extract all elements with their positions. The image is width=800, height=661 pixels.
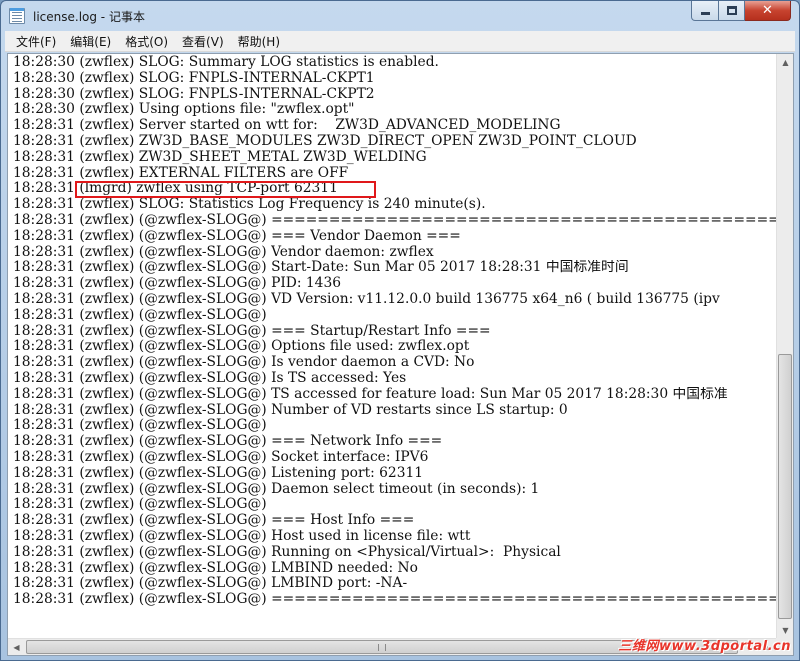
log-line: 18:28:31 (zwflex) (@zwflex-SLOG@) === Ve… [13,228,461,244]
text-editor[interactable]: 18:28:30 (zwflex) SLOG: Summary LOG stat… [7,53,794,656]
log-line: 18:28:30 (zwflex) SLOG: FNPLS-INTERNAL-C… [13,86,375,102]
log-line: 18:28:31 (zwflex) (@zwflex-SLOG@) === Ho… [13,513,415,529]
maximize-icon [726,6,737,15]
title-bar[interactable]: license.log - 记事本 ✕ [1,1,799,31]
log-line: 18:28:31 (zwflex) (@zwflex-SLOG@) TS acc… [13,386,728,402]
menu-edit[interactable]: 编辑(E) [63,33,118,50]
log-line: 18:28:31 (zwflex) (@zwflex-SLOG@) Start-… [13,260,629,276]
log-line: 18:28:31 (zwflex) (@zwflex-SLOG@) Number… [13,402,568,418]
scroll-grip-icon [378,644,386,651]
log-line: 18:28:31 (zwflex) (@zwflex-SLOG@) ======… [13,212,776,228]
minimize-button[interactable] [691,1,719,21]
notepad-app-icon[interactable] [9,8,25,24]
menu-file[interactable]: 文件(F) [9,33,63,50]
log-line: 18:28:31 (zwflex) EXTERNAL FILTERS are O… [13,165,349,181]
minimize-icon [700,12,710,15]
close-button[interactable]: ✕ [745,1,791,21]
menu-bar: 文件(F) 编辑(E) 格式(O) 查看(V) 帮助(H) [5,31,795,52]
log-line: 18:28:31 (zwflex) (@zwflex-SLOG@) Socket… [13,449,429,465]
vertical-scrollbar[interactable]: ▲ ▼ [776,54,793,639]
vertical-scroll-thumb[interactable] [778,354,792,619]
notepad-window: license.log - 记事本 ✕ 文件(F) 编辑(E) 格式(O) 查看… [0,0,800,661]
log-line: 18:28:31 (zwflex) (@zwflex-SLOG@) Is ven… [13,355,475,371]
log-line: 18:28:31 (zwflex) ZW3D_SHEET_METAL ZW3D_… [13,149,427,165]
log-line: 18:28:31 (zwflex) ZW3D_BASE_MODULES ZW3D… [13,133,637,149]
log-line: 18:28:31 (zwflex) (@zwflex-SLOG@) Host u… [13,528,471,544]
menu-view[interactable]: 查看(V) [175,33,231,50]
log-line: 18:28:31 (zwflex) SLOG: Statistics Log F… [13,197,486,213]
log-line: 18:28:31 (zwflex) (@zwflex-SLOG@) LMBIND… [13,560,418,576]
log-line: 18:28:31 (zwflex) (@zwflex-SLOG@) ======… [13,592,776,608]
scroll-left-arrow-icon[interactable]: ◀ [8,639,25,655]
log-line: 18:28:31 (zwflex) (@zwflex-SLOG@) Listen… [13,465,424,481]
site-watermark: 三维网www.3dportal.cn [618,639,791,654]
log-line: 18:28:31 (zwflex) (@zwflex-SLOG@) Runnin… [13,544,561,560]
log-line: 18:28:31 (zwflex) (@zwflex-SLOG@) Vendor… [13,244,434,260]
log-line: 18:28:31 (zwflex) (@zwflex-SLOG@) [13,497,267,513]
log-line: 18:28:31 (zwflex) (@zwflex-SLOG@) Option… [13,339,470,355]
log-line: 18:28:31 (zwflex) (@zwflex-SLOG@) LMBIND… [13,576,408,592]
scroll-up-arrow-icon[interactable]: ▲ [777,54,793,71]
maximize-button[interactable] [719,1,745,21]
log-line: 18:28:31 (zwflex) (@zwflex-SLOG@) === St… [13,323,491,339]
log-line: 18:28:30 (zwflex) Using options file: "z… [13,102,355,118]
log-line: 18:28:30 (zwflex) SLOG: Summary LOG stat… [13,55,439,70]
window-title: license.log - 记事本 [33,10,145,24]
menu-help[interactable]: 帮助(H) [231,33,287,50]
log-line: 18:28:30 (zwflex) SLOG: FNPLS-INTERNAL-C… [13,70,375,86]
log-line: 18:28:31 (zwflex) (@zwflex-SLOG@) [13,307,267,323]
log-line: 18:28:31 (zwflex) (@zwflex-SLOG@) [13,418,267,434]
log-line: 18:28:31 (zwflex) Server started on wtt … [13,118,561,134]
log-line: 18:28:31 (zwflex) (@zwflex-SLOG@) PID: 1… [13,276,342,292]
caption-buttons: ✕ [691,1,791,21]
log-text-area[interactable]: 18:28:30 (zwflex) SLOG: Summary LOG stat… [8,54,776,637]
log-line: 18:28:31 (zwflex) (@zwflex-SLOG@) Is TS … [13,370,407,386]
tcp-port-highlight-box [75,181,376,198]
close-icon: ✕ [762,3,773,18]
menu-format[interactable]: 格式(O) [118,33,175,50]
log-line: 18:28:31 (zwflex) (@zwflex-SLOG@) === Ne… [13,434,443,450]
log-line: 18:28:31 (zwflex) (@zwflex-SLOG@) Daemon… [13,481,540,497]
log-line: 18:28:31 (zwflex) (@zwflex-SLOG@) VD Ver… [13,291,720,307]
